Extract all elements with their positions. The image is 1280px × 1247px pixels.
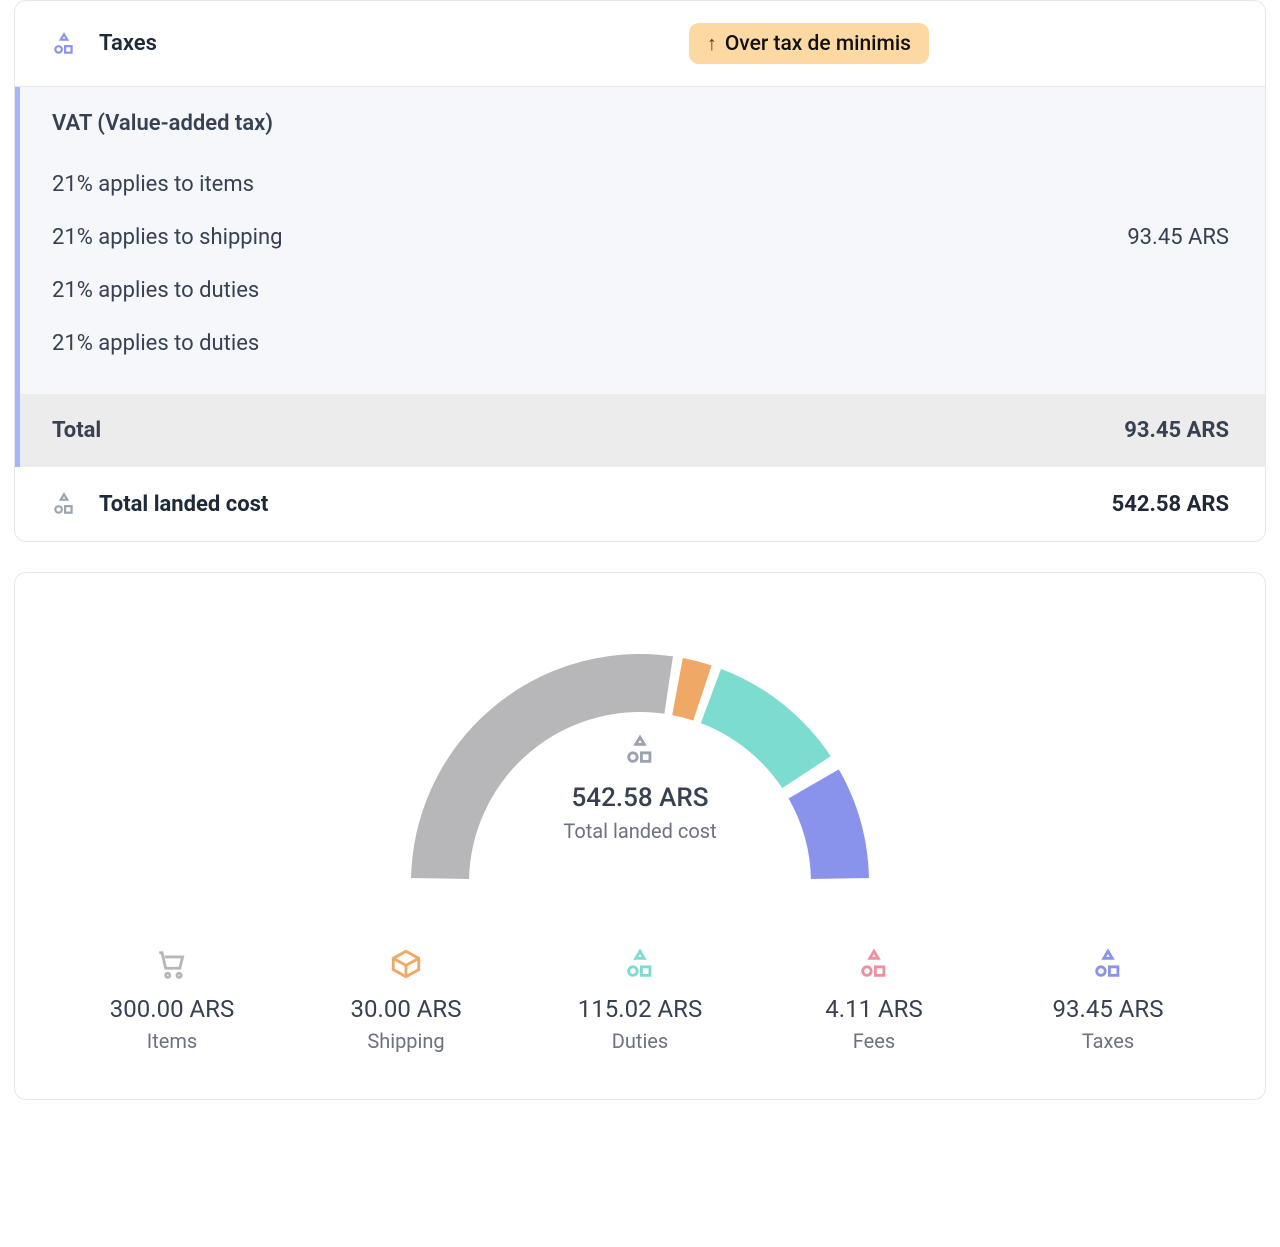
legend-label: Fees: [757, 1029, 991, 1053]
legend: 300.00 ARS Items 30.00 ARS Shipping: [55, 947, 1225, 1053]
tax-line-label: 21% applies to items: [52, 172, 254, 197]
box-icon: [389, 953, 423, 972]
legend-label: Duties: [523, 1029, 757, 1053]
breakdown-card: 542.58 ARS Total landed cost 300.00 ARS …: [14, 572, 1266, 1100]
arrow-up-icon: ↑: [707, 31, 717, 56]
tax-line: 21% applies to duties: [52, 264, 1229, 317]
legend-amount: 4.11 ARS: [757, 995, 991, 1023]
badge-text: Over tax de minimis: [725, 32, 911, 56]
vat-subhead: VAT (Value-added tax): [52, 111, 1229, 136]
landed-cost-amount: 542.58 ARS: [1112, 492, 1229, 517]
taxes-card: Taxes ↑ Over tax de minimis VAT (Value-a…: [14, 0, 1266, 542]
legend-shipping: 30.00 ARS Shipping: [289, 947, 523, 1053]
legend-fees: 4.11 ARS Fees: [757, 947, 991, 1053]
tax-line: 21% applies to items: [52, 158, 1229, 211]
legend-label: Shipping: [289, 1029, 523, 1053]
legend-items: 300.00 ARS Items: [55, 947, 289, 1053]
legend-label: Taxes: [991, 1029, 1225, 1053]
legend-amount: 93.45 ARS: [991, 995, 1225, 1023]
tax-line-label: 21% applies to shipping: [52, 225, 283, 250]
shapes-icon: [623, 953, 657, 972]
legend-amount: 300.00 ARS: [55, 995, 289, 1023]
legend-duties: 115.02 ARS Duties: [523, 947, 757, 1053]
donut-chart: 542.58 ARS Total landed cost: [380, 623, 900, 907]
shapes-icon: [1091, 953, 1125, 972]
donut-center-amount: 542.58 ARS: [380, 783, 900, 813]
shapes-icon: [623, 739, 657, 758]
legend-label: Items: [55, 1029, 289, 1053]
taxes-title: Taxes: [99, 31, 157, 56]
donut-center-label: Total landed cost: [380, 819, 900, 843]
taxes-total-amount: 93.45 ARS: [1124, 418, 1229, 443]
shapes-icon: [51, 491, 77, 517]
legend-amount: 115.02 ARS: [523, 995, 757, 1023]
taxes-total-row: Total 93.45 ARS: [15, 394, 1265, 467]
taxes-total-label: Total: [52, 418, 101, 443]
tax-line-label: 21% applies to duties: [52, 278, 259, 303]
cart-icon: [155, 953, 189, 972]
tax-line: 21% applies to shipping 93.45 ARS: [52, 211, 1229, 264]
landed-cost-label: Total landed cost: [99, 492, 268, 517]
tax-line-amount: 93.45 ARS: [1127, 225, 1229, 250]
shapes-icon: [857, 953, 891, 972]
taxes-header: Taxes ↑ Over tax de minimis: [15, 1, 1265, 87]
tax-line: 21% applies to duties: [52, 317, 1229, 370]
landed-cost-row: Total landed cost 542.58 ARS: [15, 467, 1265, 541]
donut-center: 542.58 ARS Total landed cost: [380, 733, 900, 843]
over-de-minimis-badge: ↑ Over tax de minimis: [689, 23, 929, 64]
legend-taxes: 93.45 ARS Taxes: [991, 947, 1225, 1053]
shapes-icon: [51, 31, 77, 57]
legend-amount: 30.00 ARS: [289, 995, 523, 1023]
tax-line-label: 21% applies to duties: [52, 331, 259, 356]
taxes-body: VAT (Value-added tax) 21% applies to ite…: [15, 87, 1265, 394]
